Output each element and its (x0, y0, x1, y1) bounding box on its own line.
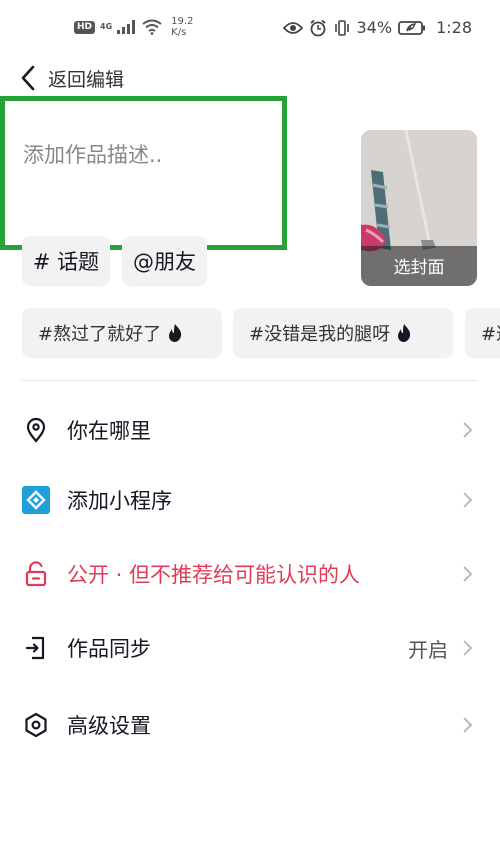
network-label: 4G (100, 22, 113, 31)
net-speed: 19.2 K/s (171, 16, 193, 38)
mini-program-row[interactable]: 添加小程序 (0, 470, 500, 530)
status-bar: HD 4G 19.2 K/s 34% 1:28 (0, 0, 500, 58)
chevron-right-icon (463, 422, 473, 438)
sync-label: 作品同步 (67, 637, 151, 661)
location-row[interactable]: 你在哪里 (0, 400, 500, 460)
divider (22, 380, 478, 381)
topic-chip-1[interactable]: #熬过了就好了 (22, 308, 222, 358)
hd-badge: HD (74, 20, 96, 34)
hexagon-settings-icon (22, 711, 50, 739)
net-speed-value: 19.2 (171, 16, 194, 27)
description-highlight[interactable]: 添加作品描述.. (0, 96, 287, 250)
mini-program-label: 添加小程序 (67, 489, 172, 513)
wifi-icon (142, 19, 162, 35)
chevron-right-icon (463, 717, 473, 733)
topic-chip-3[interactable]: #这 (465, 308, 500, 358)
topic-chip-label: #这 (481, 324, 500, 345)
sync-value: 开启 (408, 637, 448, 662)
advanced-settings-row[interactable]: 高级设置 (0, 695, 500, 755)
chevron-left-icon (21, 65, 35, 91)
mention-friends-button[interactable]: @朋友 (122, 236, 207, 286)
description-input[interactable]: 添加作品描述.. (23, 139, 162, 169)
visibility-row[interactable]: 公开 · 但不推荐给可能认识的人 (0, 544, 500, 604)
topic-chip-label: #熬过了就好了 (38, 324, 162, 345)
location-label: 你在哪里 (67, 419, 151, 443)
topic-button[interactable]: # 话题 (22, 236, 110, 286)
status-left: HD 4G 19.2 K/s (74, 16, 193, 38)
mini-program-icon (22, 486, 50, 514)
chevron-right-icon (463, 566, 473, 582)
clock: 1:28 (436, 18, 472, 37)
suggested-topics: #熬过了就好了 #没错是我的腿呀 #这 (22, 308, 500, 358)
net-speed-unit: K/s (171, 27, 187, 38)
topic-chip-2[interactable]: #没错是我的腿呀 (233, 308, 453, 358)
visibility-label: 公开 · 但不推荐给可能认识的人 (67, 563, 361, 587)
cover-selector[interactable]: 选封面 (361, 130, 477, 286)
chevron-right-icon (463, 640, 473, 656)
back-label: 返回编辑 (48, 68, 125, 91)
fire-icon (169, 324, 182, 342)
vibrate-icon (334, 19, 349, 36)
signal-icon (117, 20, 136, 34)
topic-chip-label: #没错是我的腿呀 (249, 324, 391, 345)
battery-icon (398, 20, 426, 35)
sync-row[interactable]: 作品同步 开启 (0, 618, 500, 678)
location-pin-icon (22, 416, 50, 444)
chevron-right-icon (463, 492, 473, 508)
cover-label: 选封面 (393, 258, 445, 278)
alarm-icon (309, 19, 326, 36)
sync-exit-icon (22, 634, 50, 662)
battery-percent: 34% (356, 18, 393, 37)
status-right: 34% 1:28 (282, 18, 472, 37)
back-button[interactable]: 返回编辑 (20, 60, 124, 96)
unlock-icon (22, 560, 50, 588)
eye-icon (282, 21, 303, 34)
fire-icon (398, 324, 411, 342)
advanced-settings-label: 高级设置 (67, 714, 151, 738)
